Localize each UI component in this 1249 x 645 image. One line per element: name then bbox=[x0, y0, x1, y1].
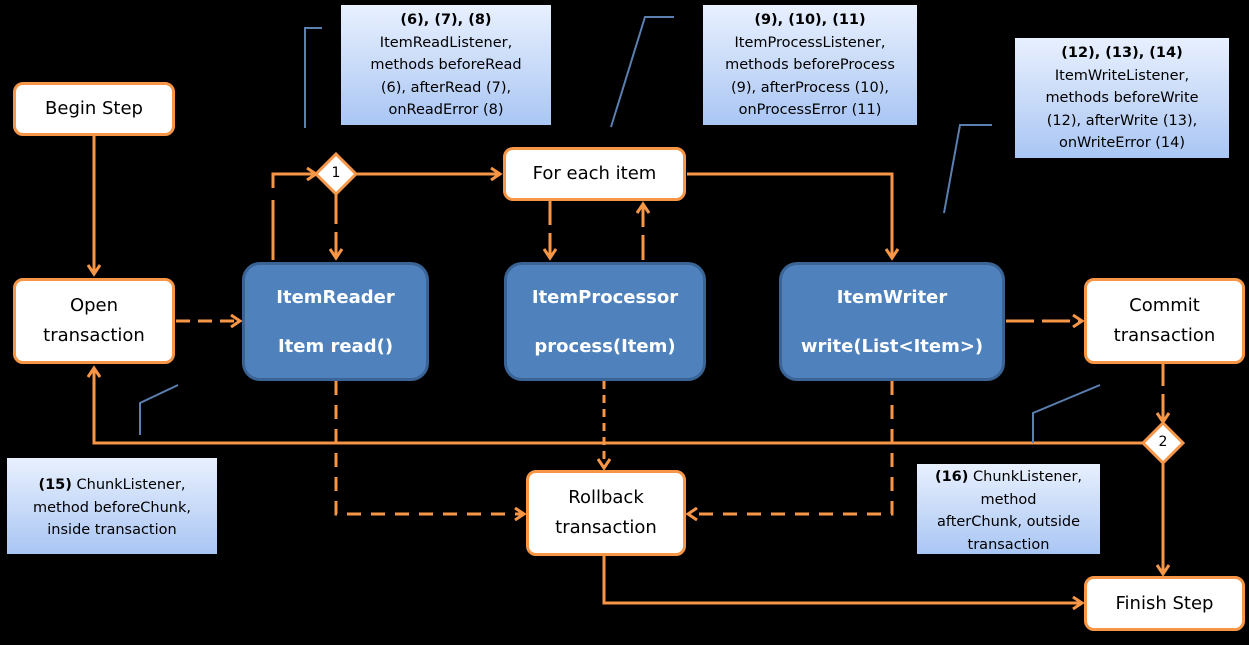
note-chunk-after-line: method bbox=[980, 491, 1037, 508]
note-chunk-before-line: method beforeChunk, bbox=[33, 499, 191, 516]
note-write-line: methods beforeWrite bbox=[1045, 90, 1199, 106]
open-transaction-label-2: transaction bbox=[43, 325, 145, 346]
note-read-line: methods beforeRead bbox=[370, 57, 522, 73]
item-processor-node: ItemProcessor process(Item) bbox=[504, 262, 706, 381]
note-chunk-after-line: ChunkListener, bbox=[968, 469, 1083, 485]
rollback-transaction-label-2: transaction bbox=[555, 517, 657, 538]
open-transaction-label-1: Open bbox=[69, 295, 119, 316]
for-each-item-label: For each item bbox=[532, 163, 657, 184]
commit-transaction-label-2: transaction bbox=[1113, 325, 1216, 346]
arrow-reader-to-decision1 bbox=[271, 174, 316, 260]
rollback-transaction-node: Rollback transaction bbox=[526, 470, 686, 556]
note-read-head: (6), (7), (8) bbox=[400, 12, 492, 28]
item-processor-method: process(Item) bbox=[534, 335, 676, 357]
note-chunk-before-line: inside transaction bbox=[47, 522, 177, 538]
open-transaction-node: Open transaction bbox=[13, 278, 175, 364]
item-reader-node: ItemReader Item read() bbox=[242, 262, 429, 381]
item-writer-title: ItemWriter bbox=[836, 286, 948, 308]
note-process-head: (9), (10), (11) bbox=[754, 12, 866, 28]
note-read-line: onReadError (8) bbox=[388, 102, 504, 118]
callout-line-chunk-after bbox=[1032, 384, 1101, 443]
note-chunk-after-line: transaction bbox=[967, 536, 1050, 553]
arrow-rollback-to-finish bbox=[602, 556, 1082, 603]
rollback-transaction-label-1: Rollback bbox=[568, 487, 644, 508]
for-each-item-node: For each item bbox=[503, 147, 686, 201]
note-process-line: (9), afterProcess (10), bbox=[730, 79, 890, 96]
note-chunk-before-line: ChunkListener, bbox=[71, 477, 186, 493]
callout-line-chunk-before bbox=[139, 384, 179, 435]
item-writer-node: ItemWriter write(List<Item>) bbox=[779, 262, 1005, 381]
arrow-foreach-to-writer bbox=[687, 172, 892, 258]
note-write-head: (12), (13), (14) bbox=[1061, 45, 1183, 61]
note-chunk-after: (16) ChunkListener, method afterChunk, o… bbox=[917, 464, 1100, 554]
begin-step-node: Begin Step bbox=[13, 82, 175, 136]
note-chunk-after-head: (16) bbox=[934, 469, 969, 485]
note-item-process-listener: (9), (10), (11) ItemProcessListener, met… bbox=[703, 5, 917, 125]
commit-transaction-node: Commit transaction bbox=[1084, 278, 1245, 364]
note-process-line: ItemProcessListener, bbox=[734, 34, 886, 51]
callout-line-read bbox=[304, 27, 322, 128]
decision-1-label: 1 bbox=[331, 165, 341, 181]
item-reader-method: Item read() bbox=[277, 335, 394, 357]
decision-2-label: 2 bbox=[1158, 434, 1168, 450]
note-write-line: (12), afterWrite (13), bbox=[1046, 112, 1198, 129]
note-chunk-after-line: afterChunk, outside bbox=[936, 514, 1081, 530]
item-reader-title: ItemReader bbox=[276, 286, 395, 308]
finish-step-label: Finish Step bbox=[1115, 592, 1214, 614]
note-chunk-before-head: (15) bbox=[38, 477, 72, 493]
finish-step-node: Finish Step bbox=[1084, 576, 1245, 631]
arrow-reader-to-rollback bbox=[334, 381, 524, 514]
arrow-writer-to-rollback bbox=[688, 381, 894, 514]
note-item-read-listener: (6), (7), (8) ItemReadListener, methods … bbox=[341, 5, 551, 125]
begin-step-label: Begin Step bbox=[45, 98, 143, 119]
note-chunk-before: (15) ChunkListener, method beforeChunk, … bbox=[7, 458, 217, 554]
note-process-line: methods beforeProcess bbox=[725, 57, 895, 73]
note-write-line: onWriteError (14) bbox=[1058, 135, 1186, 151]
note-read-line: ItemReadListener, bbox=[379, 34, 513, 51]
note-read-line: (6), afterRead (7), bbox=[380, 79, 512, 96]
callout-line-write bbox=[943, 124, 992, 214]
note-process-line: onProcessError (11) bbox=[738, 102, 882, 118]
item-processor-title: ItemProcessor bbox=[531, 286, 679, 308]
commit-transaction-label-1: Commit bbox=[1129, 295, 1200, 316]
note-item-write-listener: (12), (13), (14) ItemWriteListener, meth… bbox=[1015, 38, 1229, 158]
item-writer-method: write(List<Item>) bbox=[800, 335, 984, 357]
callout-line-process bbox=[610, 16, 674, 128]
note-write-line: ItemWriteListener, bbox=[1054, 67, 1190, 84]
